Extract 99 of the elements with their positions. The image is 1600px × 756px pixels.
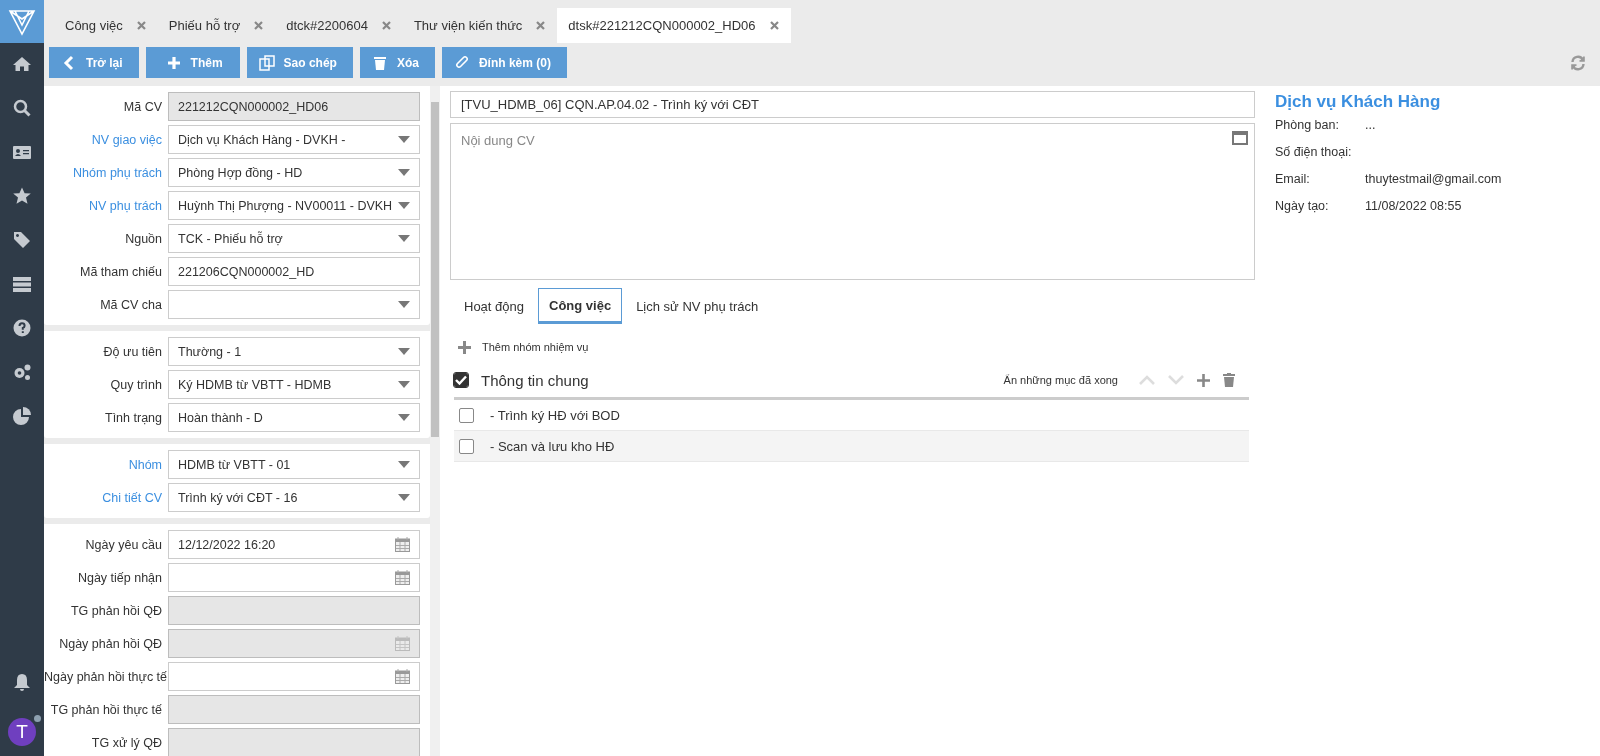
- caret-icon: [398, 136, 411, 143]
- document-tab[interactable]: Công việc: [54, 8, 158, 43]
- info-label: Email:: [1275, 172, 1311, 186]
- field-label[interactable]: Chi tiết CV: [44, 490, 168, 505]
- info-label: Phòng ban:: [1275, 118, 1340, 132]
- detail-tab[interactable]: Hoạt động: [454, 290, 534, 324]
- select-field[interactable]: HDMB từ VBTT - 01: [168, 450, 421, 479]
- date-field[interactable]: [168, 563, 421, 592]
- server-icon[interactable]: [12, 274, 32, 294]
- field-label: TG phản hồi thực tế: [49, 702, 163, 717]
- document-tab[interactable]: Phiếu hỗ trợ: [157, 8, 276, 43]
- field-label: Mã CV cha: [99, 297, 163, 312]
- date-field[interactable]: [168, 662, 421, 691]
- paperclip-icon: [453, 54, 470, 71]
- info-label: Ngày tạo:: [1275, 199, 1330, 213]
- caret-icon: [398, 461, 411, 468]
- detail-tab[interactable]: Lịch sử NV phụ trách: [626, 290, 769, 324]
- field-label[interactable]: Nhóm phụ trách: [44, 165, 168, 180]
- trash-icon[interactable]: [1223, 373, 1235, 387]
- close-icon[interactable]: [536, 21, 546, 30]
- select-field[interactable]: Thường - 1: [168, 337, 421, 366]
- profile-name: Dịch vụ Khách Hàng: [1275, 92, 1442, 112]
- document-tab[interactable]: dtck#2200604: [275, 8, 403, 43]
- select-field[interactable]: [168, 290, 421, 319]
- checkbox[interactable]: [459, 407, 474, 423]
- plus-icon: [165, 54, 182, 71]
- select-field[interactable]: Huỳnh Thị Phượng - NV00011 - DVKH: [168, 191, 421, 220]
- copy-icon: [258, 54, 275, 71]
- field-label: TG xử lý QĐ: [90, 735, 163, 750]
- field-label: Ngày phản hồi thực tế: [44, 669, 168, 684]
- select-field[interactable]: TCK - Phiếu hỗ trợ: [168, 224, 421, 253]
- caret-icon: [398, 381, 411, 388]
- calendar-icon: [395, 669, 411, 684]
- field-label: Độ ưu tiên: [102, 344, 163, 359]
- caret-icon: [398, 301, 411, 308]
- logo-icon[interactable]: [0, 0, 44, 43]
- caret-icon: [398, 348, 411, 355]
- task-title-field[interactable]: [TVU_HDMB_06] CQN.AP.04.02 - Trình ký với CĐT: [450, 91, 1255, 118]
- info-label: Số điện thoại:: [1275, 145, 1353, 159]
- checkbox[interactable]: [459, 438, 474, 454]
- select-field[interactable]: Hoàn thành - D: [168, 403, 421, 432]
- field-label[interactable]: NV giao việc: [44, 132, 168, 147]
- refresh-icon[interactable]: [1570, 54, 1586, 71]
- search-icon[interactable]: [12, 98, 32, 118]
- add-group-button[interactable]: Thêm nhóm nhiệm vụ: [458, 338, 589, 356]
- detail-tab[interactable]: Công việc: [538, 288, 623, 324]
- info-value: thuytestmail@gmail.com: [1365, 172, 1502, 186]
- caret-icon: [398, 494, 411, 501]
- field-label: Mã tham chiếu: [79, 264, 163, 279]
- document-tab[interactable]: Thư viện kiến thức: [402, 8, 558, 43]
- calendar-icon: [395, 570, 411, 585]
- caret-icon: [398, 169, 411, 176]
- calendar-icon: [395, 636, 411, 651]
- checkbox[interactable]: [454, 373, 468, 387]
- star-icon[interactable]: [12, 186, 32, 206]
- checklist-title: Thông tin chung: [481, 371, 589, 389]
- caret-icon: [398, 414, 411, 421]
- scrollbar[interactable]: [430, 86, 440, 756]
- hide-done-link[interactable]: Ẩn những mục đã xong: [1003, 374, 1118, 386]
- plus-icon: [458, 340, 471, 354]
- select-field[interactable]: Ký HDMB từ VBTT - HDMB: [168, 370, 421, 399]
- select-field[interactable]: Dịch vụ Khách Hàng - DVKH -: [168, 125, 421, 154]
- field-label: Quy trình: [109, 377, 163, 392]
- date-field[interactable]: 12/12/2022 16:20: [168, 530, 421, 559]
- field-label[interactable]: Nhóm: [44, 457, 168, 472]
- home-icon[interactable]: [12, 54, 32, 74]
- info-value: 11/08/2022 08:55: [1365, 199, 1462, 213]
- info-value: ...: [1365, 118, 1376, 132]
- field-label: Ngày tiếp nhận: [76, 570, 163, 585]
- notification-bell-icon[interactable]: [12, 672, 32, 692]
- input-field[interactable]: 221206CQN000002_HD: [168, 257, 421, 286]
- close-icon[interactable]: [381, 21, 391, 30]
- select-field[interactable]: Trình ký với CĐT - 16: [168, 483, 421, 512]
- field-label[interactable]: NV phụ trách: [44, 198, 168, 213]
- pie-chart-icon[interactable]: [12, 406, 32, 426]
- task-item-label: - Trình ký HĐ với BOD: [490, 407, 620, 423]
- window-icon[interactable]: [1232, 131, 1248, 145]
- document-tab[interactable]: dtsk#221212CQN000002_HD06: [557, 8, 791, 43]
- field-label: Ngày phản hồi QĐ: [58, 636, 163, 651]
- close-icon[interactable]: [769, 21, 779, 30]
- tag-icon[interactable]: [12, 230, 32, 250]
- select-field[interactable]: Phòng Hợp đồng - HD: [168, 158, 421, 187]
- field-label: Tình trạng: [104, 410, 163, 425]
- calendar-icon: [395, 537, 411, 552]
- caret-icon: [398, 202, 411, 209]
- close-icon[interactable]: [136, 21, 146, 30]
- field-label: Nguồn: [124, 231, 163, 246]
- field-label: Ngày yêu cầu: [84, 537, 163, 552]
- user-avatar[interactable]: T: [8, 718, 36, 746]
- plus-icon[interactable]: [1197, 373, 1210, 387]
- close-icon[interactable]: [254, 21, 264, 30]
- status-dot-icon: [34, 715, 41, 722]
- trash-icon: [371, 54, 388, 71]
- caret-icon: [398, 235, 411, 242]
- task-item-label: - Scan và lưu kho HĐ: [490, 438, 615, 454]
- field-label: Mã CV: [122, 99, 163, 114]
- field-label: TG phản hồi QĐ: [70, 603, 163, 618]
- help-icon[interactable]: [12, 318, 32, 338]
- content-textarea[interactable]: Nội dung CV: [450, 123, 1255, 280]
